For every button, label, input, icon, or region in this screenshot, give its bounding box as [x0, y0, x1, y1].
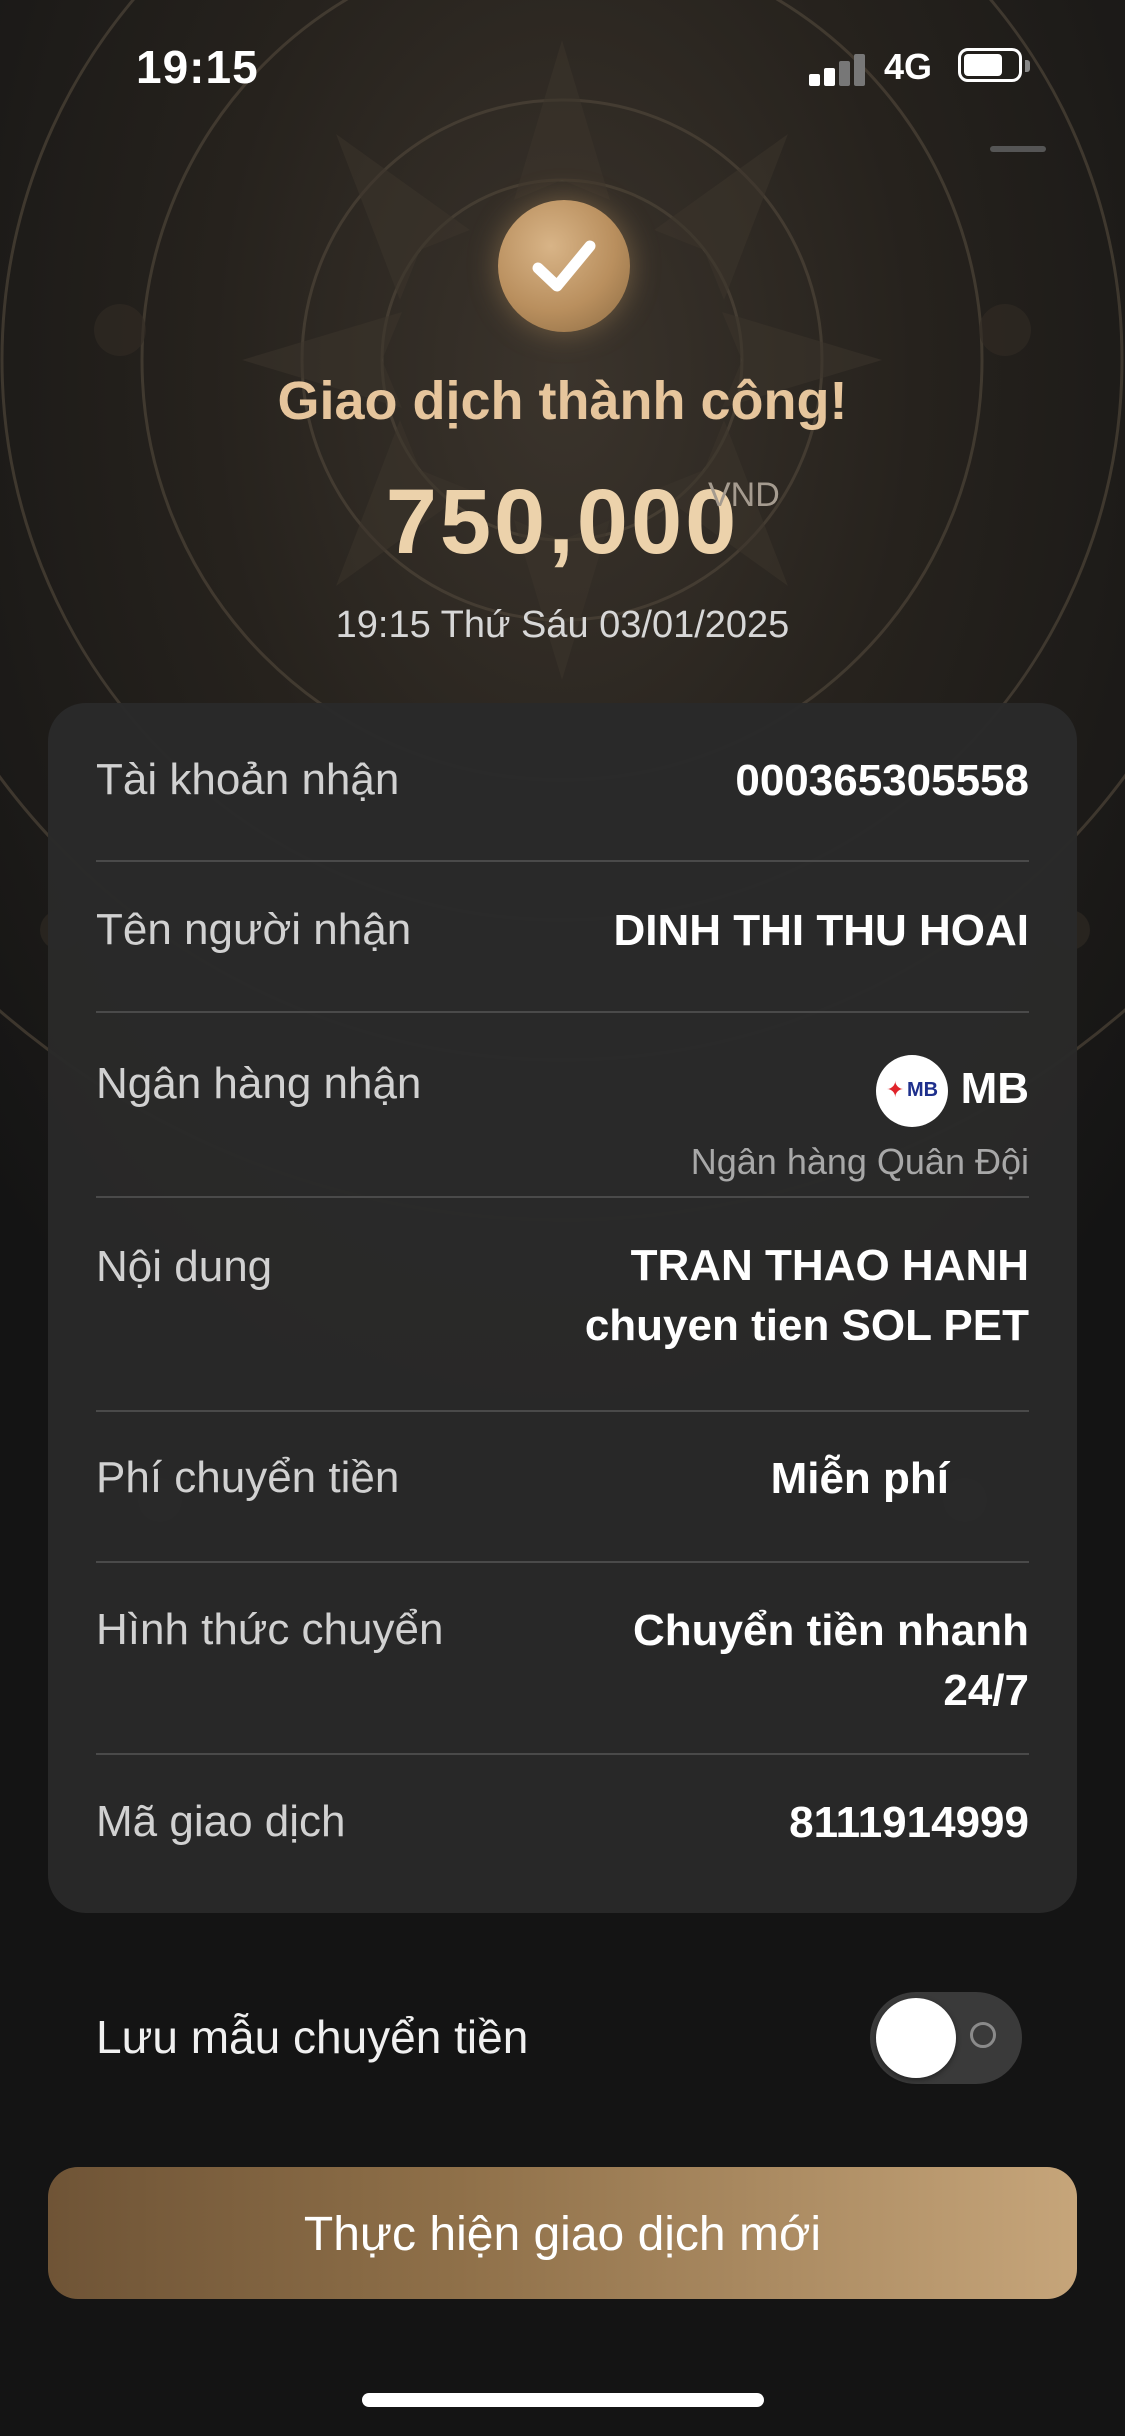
divider [96, 860, 1029, 862]
method-line-2: 24/7 [943, 1666, 1029, 1715]
detail-row-account: Tài khoản nhận 000365305558 [96, 753, 1029, 813]
check-icon [532, 240, 596, 292]
status-time: 19:15 [136, 41, 259, 93]
content-line-2: chuyen tien SOL PET [584, 1301, 1029, 1350]
fee-label: Phí chuyển tiền [96, 1453, 400, 1502]
menu-indicator [990, 146, 1046, 152]
method-label: Hình thức chuyển [96, 1605, 444, 1654]
divider [96, 1196, 1029, 1198]
transaction-datetime: 19:15 Thứ Sáu 03/01/2025 [335, 604, 790, 646]
transaction-id-label: Mã giao dịch [96, 1797, 346, 1846]
recipient-label: Tên người nhận [96, 905, 412, 954]
toggle-knob [876, 1998, 956, 2078]
success-title: Giao dịch thành công! [277, 371, 848, 431]
divider [96, 1561, 1029, 1563]
currency-label: VND [708, 476, 780, 514]
transfer-amount: 750,000 [385, 471, 740, 573]
mb-bank-logo: ✦ MB [876, 1055, 948, 1127]
detail-row-transaction-id: Mã giao dịch 8111914999 [96, 1795, 1029, 1855]
method-line-1: Chuyển tiền nhanh [633, 1606, 1029, 1655]
content-line-1: TRAN THAO HANH [630, 1241, 1029, 1290]
bank-code: MB [960, 1064, 1029, 1113]
fee-value: Miễn phí [770, 1454, 949, 1503]
save-template-toggle[interactable] [870, 1992, 1022, 2084]
signal-icon [809, 52, 869, 86]
save-template-label: Lưu mẫu chuyển tiền [96, 2011, 529, 2063]
divider [96, 1011, 1029, 1013]
new-transaction-button[interactable]: Thực hiện giao dịch mới [48, 2167, 1077, 2299]
status-bar: 19:15 4G [0, 0, 1125, 130]
divider [96, 1753, 1029, 1755]
account-label: Tài khoản nhận [96, 755, 400, 804]
content-label: Nội dung [96, 1242, 273, 1291]
network-type: 4G [884, 46, 933, 87]
toggle-off-icon [970, 2022, 996, 2048]
detail-row-content: Nội dung TRAN THAO HANH chuyen tien SOL … [96, 1238, 1029, 1368]
detail-row-bank: Ngân hàng nhận ✦ MB MB Ngân hàng Quân Độ… [96, 1051, 1029, 1191]
battery-icon [958, 48, 1032, 86]
transaction-details-card: Tài khoản nhận 000365305558 Tên người nh… [48, 703, 1077, 1913]
bank-label: Ngân hàng nhận [96, 1059, 422, 1108]
divider [96, 1410, 1029, 1412]
detail-row-recipient: Tên người nhận DINH THI THU HOAI [96, 903, 1029, 963]
recipient-value: DINH THI THU HOAI [613, 906, 1029, 955]
transaction-id-value: 8111914999 [789, 1798, 1029, 1847]
detail-row-method: Hình thức chuyển Chuyển tiền nhanh 24/7 [96, 1603, 1029, 1733]
account-value: 000365305558 [735, 756, 1029, 805]
bank-full-name: Ngân hàng Quân Đội [690, 1141, 1029, 1182]
home-indicator[interactable] [362, 2393, 764, 2407]
success-check-badge [498, 200, 630, 332]
detail-row-fee: Phí chuyển tiền Miễn phí [96, 1451, 1029, 1511]
new-transaction-label: Thực hiện giao dịch mới [303, 2208, 822, 2261]
transaction-success-screen: 19:15 4G Giao dịch thành công! 750,000 V… [0, 0, 1125, 2436]
amount-container: 750,000 [0, 470, 1125, 575]
